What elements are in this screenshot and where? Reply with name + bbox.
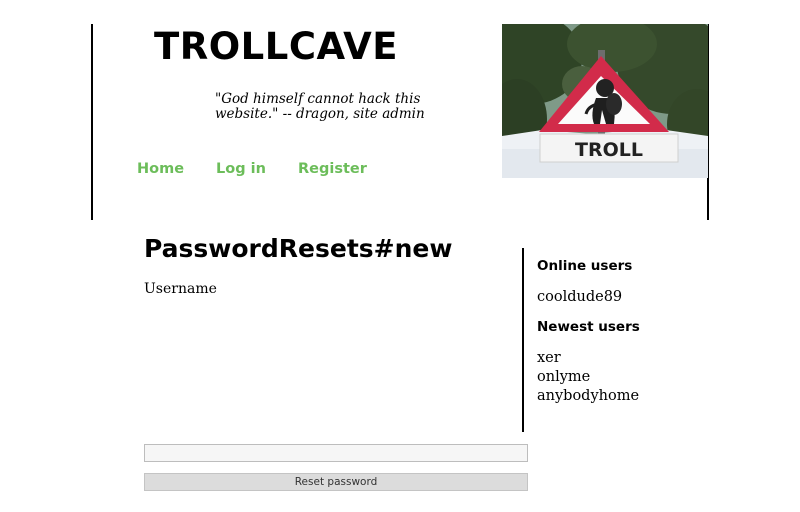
username-input[interactable] <box>144 444 528 462</box>
header-left-border <box>91 24 93 220</box>
newest-users-list: xer onlyme anybodyhome <box>537 349 639 406</box>
nav-home-link[interactable]: Home <box>137 161 184 177</box>
online-user-item[interactable]: cooldude89 <box>537 288 622 307</box>
site-tagline: "God himself cannot hack this website." … <box>215 91 425 122</box>
troll-sign-text: TROLL <box>575 139 643 161</box>
reset-password-button[interactable]: Reset password <box>144 473 528 491</box>
troll-sign-illustration: TROLL <box>502 24 708 178</box>
page-title: PasswordResets#new <box>144 234 453 263</box>
troll-sign-image: TROLL <box>502 24 708 178</box>
newest-user-item[interactable]: xer <box>537 349 639 368</box>
newest-users-heading: Newest users <box>537 319 640 335</box>
online-users-heading: Online users <box>537 258 633 274</box>
online-users-list: cooldude89 <box>537 288 622 307</box>
nav-register-link[interactable]: Register <box>298 161 367 177</box>
newest-user-item[interactable]: onlyme <box>537 368 639 387</box>
newest-user-item[interactable]: anybodyhome <box>537 387 639 406</box>
site-title: TROLLCAVE <box>154 25 399 68</box>
username-label: Username <box>144 281 217 297</box>
main-nav: Home Log in Register <box>137 161 399 177</box>
nav-login-link[interactable]: Log in <box>216 161 266 177</box>
sidebar-divider <box>522 248 524 432</box>
